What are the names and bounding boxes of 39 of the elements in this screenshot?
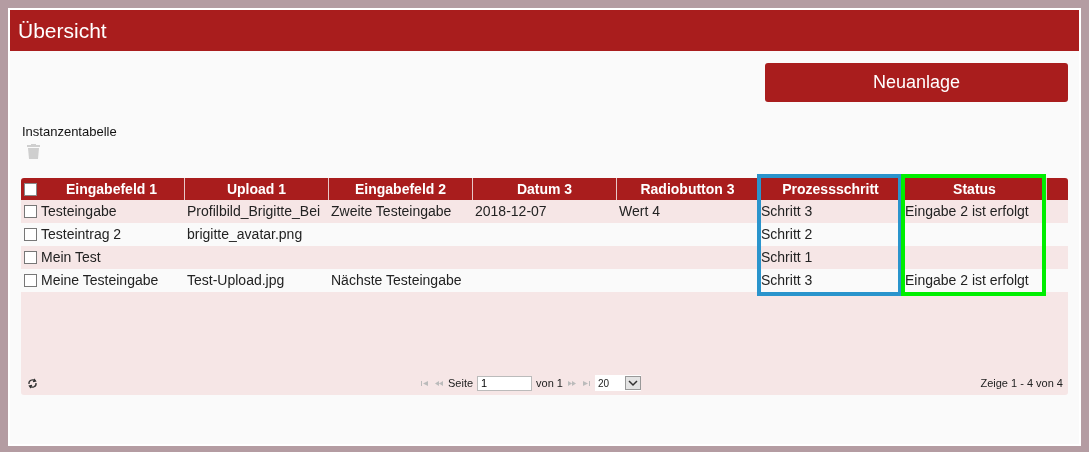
table-cell-text: Eingabe 2 ist erfolgt bbox=[904, 271, 1029, 290]
record-summary: Zeige 1 - 4 von 4 bbox=[980, 377, 1063, 389]
row-checkbox[interactable] bbox=[23, 251, 37, 264]
column-header[interactable]: Status bbox=[903, 178, 1047, 200]
table-title: Instanzentabelle bbox=[22, 124, 117, 139]
page-label: Seite bbox=[448, 377, 474, 389]
table-cell-text: Schritt 2 bbox=[760, 225, 813, 244]
table-cell-text: Profilbild_Brigitte_Bei bbox=[186, 202, 321, 221]
refresh-icon[interactable] bbox=[27, 377, 38, 389]
table-cell-text: Wert 4 bbox=[618, 202, 660, 221]
page-input[interactable]: 1 bbox=[477, 375, 533, 391]
page-size-select[interactable]: 20 bbox=[595, 375, 641, 391]
table-cell-text: Eingabe 2 ist erfolgt bbox=[904, 202, 1029, 221]
page-count: von 1 bbox=[536, 377, 563, 389]
column-header[interactable]: Upload 1 bbox=[185, 178, 329, 200]
table-cell-text: Mein Test bbox=[40, 248, 101, 267]
row-checkbox[interactable] bbox=[23, 205, 37, 218]
column-header[interactable]: Eingabefeld 2 bbox=[329, 178, 473, 200]
table-cell-text: Meine Testeingabe bbox=[40, 271, 159, 290]
column-header[interactable]: Radiobutton 3 bbox=[617, 178, 759, 200]
table-cell-text: Schritt 1 bbox=[760, 248, 813, 267]
table-cell-text: Zweite Testeingabe bbox=[330, 202, 452, 221]
new-button[interactable]: Neuanlage bbox=[765, 63, 1068, 102]
column-header[interactable]: Prozessschritt bbox=[759, 178, 903, 200]
table-cell-text: 2018-12-07 bbox=[474, 202, 547, 221]
select-all-checkbox[interactable] bbox=[23, 182, 37, 196]
table-cell-text: Nächste Testeingabe bbox=[330, 271, 462, 290]
table-cell-text: Test-Upload.jpg bbox=[186, 271, 285, 290]
chevron-down-icon[interactable] bbox=[625, 376, 641, 390]
table-cell-text: brigitte_avatar.png bbox=[186, 225, 303, 244]
column-header[interactable]: Eingabefeld 1 bbox=[39, 178, 185, 200]
table-cell-text: Testeintrag 2 bbox=[40, 225, 122, 244]
table-cell-text: Schritt 3 bbox=[760, 271, 813, 290]
column-header[interactable]: Datum 3 bbox=[473, 178, 617, 200]
window-title: Übersicht bbox=[10, 10, 1079, 51]
table-cell-text: Schritt 3 bbox=[760, 202, 813, 221]
row-checkbox[interactable] bbox=[23, 228, 37, 241]
row-checkbox[interactable] bbox=[23, 274, 37, 287]
table-cell-text: Testeingabe bbox=[40, 202, 117, 221]
